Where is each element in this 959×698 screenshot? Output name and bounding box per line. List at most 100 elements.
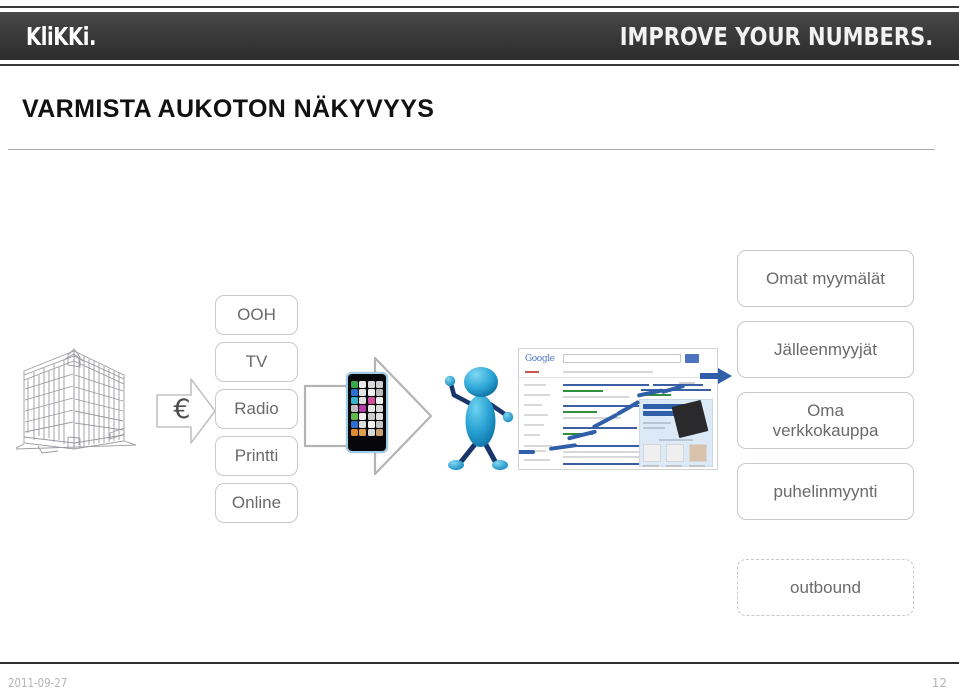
serp-tab xyxy=(525,371,539,373)
serp-rail-item xyxy=(524,459,550,461)
serp-divider xyxy=(519,377,717,378)
outlet-chip-label: puhelinmyynti xyxy=(773,481,878,501)
serp-search-button[interactable] xyxy=(685,354,699,363)
annotation-arrow xyxy=(566,429,598,441)
phone-app-row xyxy=(351,413,383,420)
phone-app-row xyxy=(351,429,383,436)
serp-rail-item xyxy=(524,424,544,426)
banner-bottom-divider xyxy=(0,64,959,66)
brand-logo: KliKKi. xyxy=(26,21,97,51)
phone-app-icon xyxy=(367,413,375,420)
phone-app-row xyxy=(351,389,383,396)
serp-rail-item xyxy=(524,394,550,396)
serp-search-input[interactable] xyxy=(563,354,681,363)
serp-rail-item xyxy=(524,414,548,416)
outlet-chip-label: Omat myymälät xyxy=(765,268,886,288)
serp-rail-item xyxy=(524,434,540,436)
phone-app-icon xyxy=(375,389,383,396)
outlet-chip-jalleenmyyjat[interactable]: Jälleenmyyjät xyxy=(737,321,914,378)
serp-ad-cta xyxy=(659,439,693,441)
channel-chip-label: TV xyxy=(245,352,268,372)
top-divider xyxy=(0,6,959,8)
serp-rail-item xyxy=(524,404,542,406)
brand-tagline: IMPROVE YOUR NUMBERS. xyxy=(619,21,933,51)
serp-result-title[interactable] xyxy=(563,427,637,429)
phone-app-icon xyxy=(367,405,375,412)
phone-screen xyxy=(348,374,386,451)
title-divider xyxy=(8,149,935,150)
outlet-chip-label: outbound xyxy=(790,577,861,597)
serp-ad-caption xyxy=(689,465,705,467)
phone-app-icon xyxy=(375,381,383,388)
phone-app-icon xyxy=(359,421,367,428)
google-serp-screenshot: Google xyxy=(518,348,718,470)
phone-app-icon xyxy=(359,429,367,436)
phone-app-icon xyxy=(367,421,375,428)
phone-app-icon xyxy=(359,381,367,388)
channel-chip-tv[interactable]: TV xyxy=(215,342,298,382)
footer-date: 2011-09-27 xyxy=(8,676,68,690)
serp-result-url xyxy=(563,411,597,413)
brand-banner: KliKKi. IMPROVE YOUR NUMBERS. xyxy=(0,12,959,60)
serp-result-title[interactable] xyxy=(563,384,649,386)
channel-chip-ooh[interactable]: OOH xyxy=(215,295,298,335)
page-title: VARMISTA AUKOTON NÄKYVYYS xyxy=(22,95,435,123)
phone-app-icon xyxy=(367,381,375,388)
serp-ad-caption xyxy=(666,465,682,467)
phone-app-icon xyxy=(367,397,375,404)
phone-app-icon xyxy=(359,397,367,404)
serp-ad-caption xyxy=(643,465,659,467)
serp-result-snippet xyxy=(563,396,629,398)
phone-app-icon xyxy=(367,429,375,436)
outlet-chip-label: Oma verkkokauppa xyxy=(772,401,879,440)
serp-ad-thumb xyxy=(689,444,707,462)
serp-ad-thumb xyxy=(666,444,684,462)
phone-app-icon xyxy=(375,397,383,404)
serp-ad-subtext xyxy=(643,422,671,424)
outlet-chip-puhelinmyynti[interactable]: puhelinmyynti xyxy=(737,463,914,520)
channel-chip-label: Radio xyxy=(234,399,279,419)
channel-chip-label: Online xyxy=(231,493,282,513)
phone-app-icon xyxy=(375,429,383,436)
serp-rail-item xyxy=(524,384,546,386)
phone-app-icon xyxy=(359,389,367,396)
phone-app-icon xyxy=(367,389,375,396)
person-illustration xyxy=(444,367,514,470)
phone-app-icon xyxy=(351,389,358,396)
phone-app-icon xyxy=(375,405,383,412)
phone-app-row xyxy=(351,397,383,404)
phone-app-icon xyxy=(351,413,358,420)
channel-chip-printti[interactable]: Printti xyxy=(215,436,298,476)
channel-chip-label: OOH xyxy=(237,305,276,325)
channel-chip-radio[interactable]: Radio xyxy=(215,389,298,429)
outlet-chip-label: Jälleenmyyjät xyxy=(774,339,877,359)
blue-right-arrow-icon xyxy=(700,368,732,384)
footer-page-number: 12 xyxy=(931,676,947,690)
serp-ad-subtext xyxy=(643,427,665,429)
phone-app-icon xyxy=(351,429,358,436)
channel-chip-online[interactable]: Online xyxy=(215,483,298,523)
phone-app-icon xyxy=(375,413,383,420)
phone-app-icon xyxy=(351,405,358,412)
phone-app-row xyxy=(351,421,383,428)
building-illustration xyxy=(15,348,137,454)
serp-rail-item xyxy=(524,445,552,447)
phone-app-icon xyxy=(351,421,358,428)
outlet-chip-omat-myymalat[interactable]: Omat myymälät xyxy=(737,250,914,307)
phone-app-icon xyxy=(351,397,358,404)
google-logo: Google xyxy=(525,354,555,364)
serp-ad-thumb xyxy=(643,444,661,462)
outlet-chip-oma-verkkokauppa[interactable]: Oma verkkokauppa xyxy=(737,392,914,449)
outlet-chip-outbound[interactable]: outbound xyxy=(737,559,914,616)
phone-app-row xyxy=(351,381,383,388)
serp-stats xyxy=(563,371,653,373)
footer-divider xyxy=(0,662,959,664)
phone-app-icon xyxy=(359,413,367,420)
phone-app-row xyxy=(351,405,383,412)
phone-app-icon xyxy=(351,381,358,388)
serp-result-url xyxy=(563,390,603,392)
serp-content: Google xyxy=(519,349,717,469)
annotation-arrow xyxy=(615,399,641,417)
annotation-arrow xyxy=(548,443,578,451)
phone-app-icon xyxy=(375,421,383,428)
